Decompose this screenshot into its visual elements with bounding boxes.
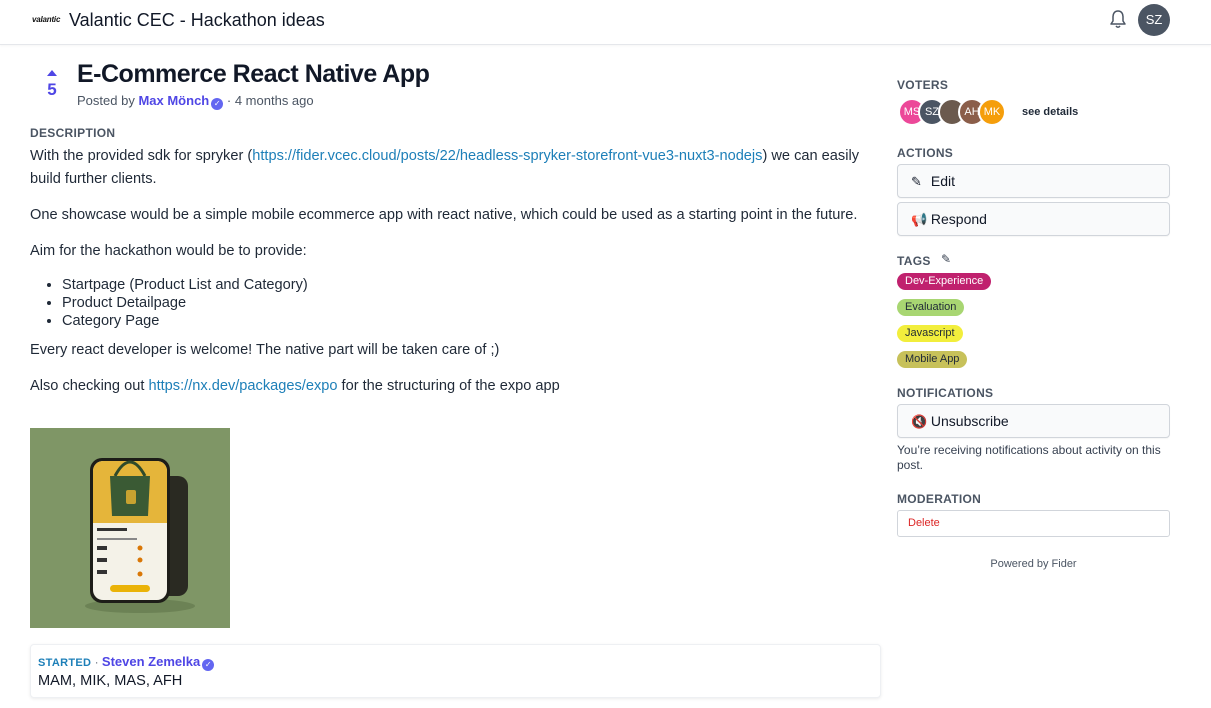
list-item: Product Detailpage xyxy=(62,294,865,312)
post-description: With the provided sdk for spryker (https… xyxy=(30,145,865,411)
desc-paragraph-1: With the provided sdk for spryker (https… xyxy=(30,145,865,191)
edit-button-label: Edit xyxy=(930,173,956,189)
status-response-card: STARTED · Steven Zemelka ✓ MAM, MIK, MAS,… xyxy=(30,644,881,698)
goals-list: Startpage (Product List and Category) Pr… xyxy=(62,276,865,330)
desc-text: Also checking out xyxy=(30,378,149,394)
edit-icon: ✎ xyxy=(911,174,922,189)
notifications-label: NOTIFICATIONS xyxy=(897,386,994,400)
list-item: Category Page xyxy=(62,312,865,330)
respond-button-label: Respond xyxy=(930,211,987,227)
tag-dev-experience[interactable]: Dev-Experience xyxy=(897,273,992,290)
moderation-label: MODERATION xyxy=(897,492,982,506)
mute-icon: 🔇 xyxy=(911,414,928,429)
megaphone-icon: 📢 xyxy=(911,212,928,227)
desc-paragraph-5: Also checking out https://nx.dev/package… xyxy=(30,375,865,398)
verified-badge-icon: ✓ xyxy=(202,659,215,671)
bell-icon[interactable] xyxy=(1108,9,1128,31)
post-title: E-Commerce React Native App xyxy=(77,60,430,88)
phone-illustration xyxy=(30,428,230,628)
app-mockup-image[interactable] xyxy=(30,428,230,628)
desc-paragraph-3: Aim for the hackathon would be to provid… xyxy=(30,243,307,259)
desc-paragraph-2: One showcase would be a simple mobile ec… xyxy=(30,207,858,223)
respond-button[interactable]: 📢 Respond xyxy=(897,202,1170,236)
upvote-arrow-icon[interactable] xyxy=(47,70,57,76)
tags-label: TAGS xyxy=(897,254,931,268)
post-author[interactable]: Max Mönch xyxy=(138,93,209,108)
vote-count: 5 xyxy=(47,80,57,99)
spryker-link[interactable]: https://fider.vcec.cloud/posts/22/headle… xyxy=(252,148,762,164)
desc-paragraph-4: Every react developer is welcome! The na… xyxy=(30,342,500,358)
vote-widget[interactable]: 5 xyxy=(43,70,61,100)
status-header: STARTED · Steven Zemelka ✓ xyxy=(38,654,215,671)
posted-by-prefix: Posted by xyxy=(77,93,135,108)
top-header: valantic Valantic CEC - Hackathon ideas … xyxy=(0,0,1211,45)
desc-text: With the provided sdk for spryker ( xyxy=(30,148,253,164)
status-author[interactable]: Steven Zemelka xyxy=(102,654,200,669)
brand-logo[interactable]: valantic xyxy=(32,15,60,24)
status-response-text: MAM, MIK, MAS, AFH xyxy=(38,673,183,689)
nx-expo-link[interactable]: https://nx.dev/packages/expo xyxy=(148,378,337,394)
voters-label: VOTERS xyxy=(897,78,949,92)
verified-badge-icon: ✓ xyxy=(211,98,224,110)
unsubscribe-button[interactable]: 🔇 Unsubscribe xyxy=(897,404,1170,438)
status-badge: STARTED xyxy=(38,657,92,669)
notifications-info: You’re receiving notifications about act… xyxy=(897,443,1161,472)
unsubscribe-button-label: Unsubscribe xyxy=(930,413,1009,429)
see-details-link[interactable]: see details xyxy=(1022,106,1078,118)
tag-mobile-app[interactable]: Mobile App xyxy=(897,351,968,368)
meta-separator: · xyxy=(226,93,232,108)
list-item: Startpage (Product List and Category) xyxy=(62,276,865,294)
desc-text: for the structuring of the expo app xyxy=(337,378,560,394)
powered-by-link[interactable]: Powered by Fider xyxy=(897,558,1170,570)
tag-evaluation[interactable]: Evaluation xyxy=(897,299,965,316)
user-avatar[interactable]: SZ xyxy=(1138,4,1170,36)
post-time: 4 months ago xyxy=(234,93,314,108)
site-title[interactable]: Valantic CEC - Hackathon ideas xyxy=(69,10,325,31)
actions-label: ACTIONS xyxy=(897,146,954,160)
description-label: DESCRIPTION xyxy=(30,126,116,140)
voters-list[interactable]: MS SZ AH MK see details xyxy=(898,98,1178,126)
tag-javascript[interactable]: Javascript xyxy=(897,325,963,342)
post-meta: Posted by Max Mönch ✓ · 4 months ago xyxy=(77,93,314,110)
edit-tags-icon[interactable]: ✎ xyxy=(941,252,951,266)
status-separator: · xyxy=(94,655,99,669)
voter-avatar[interactable]: MK xyxy=(978,98,1006,126)
edit-button[interactable]: ✎ Edit xyxy=(897,164,1170,198)
delete-button[interactable]: Delete xyxy=(897,510,1170,537)
